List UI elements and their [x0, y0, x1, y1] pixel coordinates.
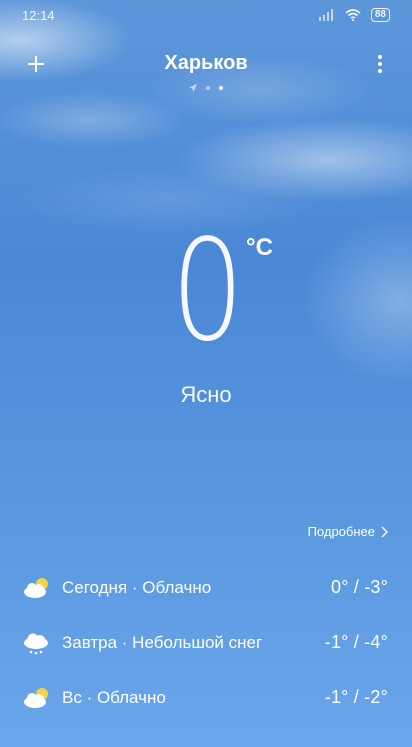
more-menu-button[interactable] — [368, 48, 392, 80]
forecast-list: Сегодня · Облачно 0° / -3° Завтра · Небо… — [22, 560, 388, 725]
location-arrow-icon — [189, 84, 197, 92]
page-dot — [206, 86, 210, 90]
chevron-right-icon — [381, 526, 388, 537]
temperature-unit: °C — [246, 234, 273, 261]
more-dot-icon — [378, 55, 382, 59]
signal-icon — [318, 9, 333, 21]
forecast-label: Завтра · Небольшой снег — [62, 632, 263, 652]
more-dot-icon — [378, 69, 382, 73]
status-time: 12:14 — [22, 7, 55, 23]
partly-cloudy-icon — [24, 687, 48, 708]
forecast-label: Вс · Облачно — [62, 687, 166, 707]
forecast-temps: -1° / -4° — [324, 632, 388, 652]
top-bar: Харьков — [0, 44, 412, 84]
status-bar: 12:14 88 — [0, 0, 412, 30]
current-temperature: 0 — [171, 210, 244, 373]
city-name[interactable]: Харьков — [0, 52, 412, 75]
status-icons: 88 — [318, 8, 390, 22]
forecast-label: Сегодня · Облачно — [62, 577, 212, 597]
details-link[interactable]: Подробнее — [308, 524, 388, 539]
page-indicator — [0, 84, 412, 92]
forecast-row-sunday[interactable]: Вс · Облачно -1° / -2° — [22, 670, 388, 725]
current-weather: 0 °C — [0, 222, 412, 372]
wifi-icon — [345, 9, 361, 21]
forecast-row-today[interactable]: Сегодня · Облачно 0° / -3° — [22, 560, 388, 615]
battery-indicator: 88 — [370, 8, 390, 22]
more-dot-icon — [378, 62, 382, 66]
forecast-temps: 0° / -3° — [330, 577, 388, 597]
page-dot-active — [219, 86, 223, 90]
light-snow-icon — [24, 633, 48, 654]
current-condition: Ясно — [180, 382, 232, 407]
forecast-temps: -1° / -2° — [324, 687, 388, 707]
details-label: Подробнее — [307, 524, 375, 539]
partly-cloudy-icon — [24, 577, 48, 598]
forecast-row-tomorrow[interactable]: Завтра · Небольшой снег -1° / -4° — [22, 615, 388, 670]
